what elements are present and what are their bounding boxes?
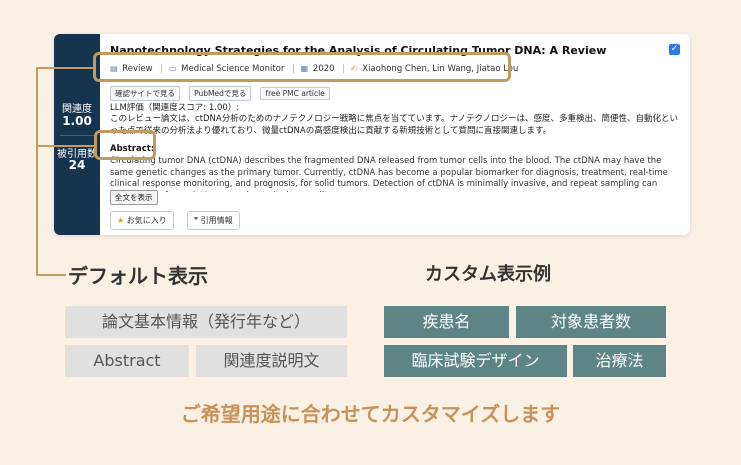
sidebar-divider — [60, 135, 94, 136]
abstract-highlight-box — [94, 130, 156, 160]
default-tag-abstract: Abstract — [65, 345, 189, 377]
meta-highlight-box — [93, 52, 511, 82]
citation-info-label: 引用情報 — [200, 216, 233, 225]
abstract-text: Circulating tumor DNA (ctDNA) describes … — [110, 156, 668, 192]
default-display-heading: デフォルト表示 — [68, 264, 208, 288]
favorite-label: お気に入り — [126, 216, 167, 225]
footer-message: ご希望用途に合わせてカスタマイズします — [180, 402, 561, 426]
favorite-button[interactable]: ★ お気に入り — [110, 211, 174, 230]
relevance-value: 1.00 — [62, 114, 92, 128]
custom-display-heading: カスタム表示例 — [425, 264, 551, 285]
connector-line — [36, 145, 94, 147]
default-tag-relevance: 関連度説明文 — [196, 345, 347, 377]
llm-text: このレビュー論文は、ctDNA分析のためのナノテクノロジー戦略に焦点を当てていま… — [110, 114, 679, 136]
connector-line — [36, 274, 66, 276]
pmc-button[interactable]: free PMC article — [260, 87, 330, 100]
action-buttons: ★ お気に入り ❞ 引用情報 — [110, 208, 248, 230]
custom-tag-disease: 疾患名 — [384, 306, 509, 338]
show-all-button[interactable]: 全文を表示 — [110, 190, 158, 205]
view-site-button[interactable]: 確認サイトで見る — [110, 86, 180, 101]
connector-line — [36, 67, 93, 69]
default-tag-basic-info: 論文基本情報（発行年など） — [65, 306, 347, 338]
llm-heading: LLM評価（関連度スコア: 1.00）: — [110, 103, 240, 113]
relevance-label: 関連度 — [62, 104, 92, 115]
citations-value: 24 — [68, 158, 86, 172]
star-icon: ★ — [117, 216, 125, 225]
link-buttons: 確認サイトで見る PubMedで見る free PMC article — [110, 81, 334, 101]
pubmed-button[interactable]: PubMedで見る — [189, 86, 252, 101]
custom-tag-patient-count: 対象患者数 — [516, 306, 666, 338]
connector-line — [36, 67, 38, 276]
select-checkbox[interactable]: ✓ — [669, 44, 680, 55]
quote-icon: ❞ — [193, 216, 199, 225]
custom-tag-trial-design: 臨床試験デザイン — [384, 345, 567, 377]
citation-info-button[interactable]: ❞ 引用情報 — [186, 211, 240, 230]
custom-tag-treatment: 治療法 — [573, 345, 666, 377]
